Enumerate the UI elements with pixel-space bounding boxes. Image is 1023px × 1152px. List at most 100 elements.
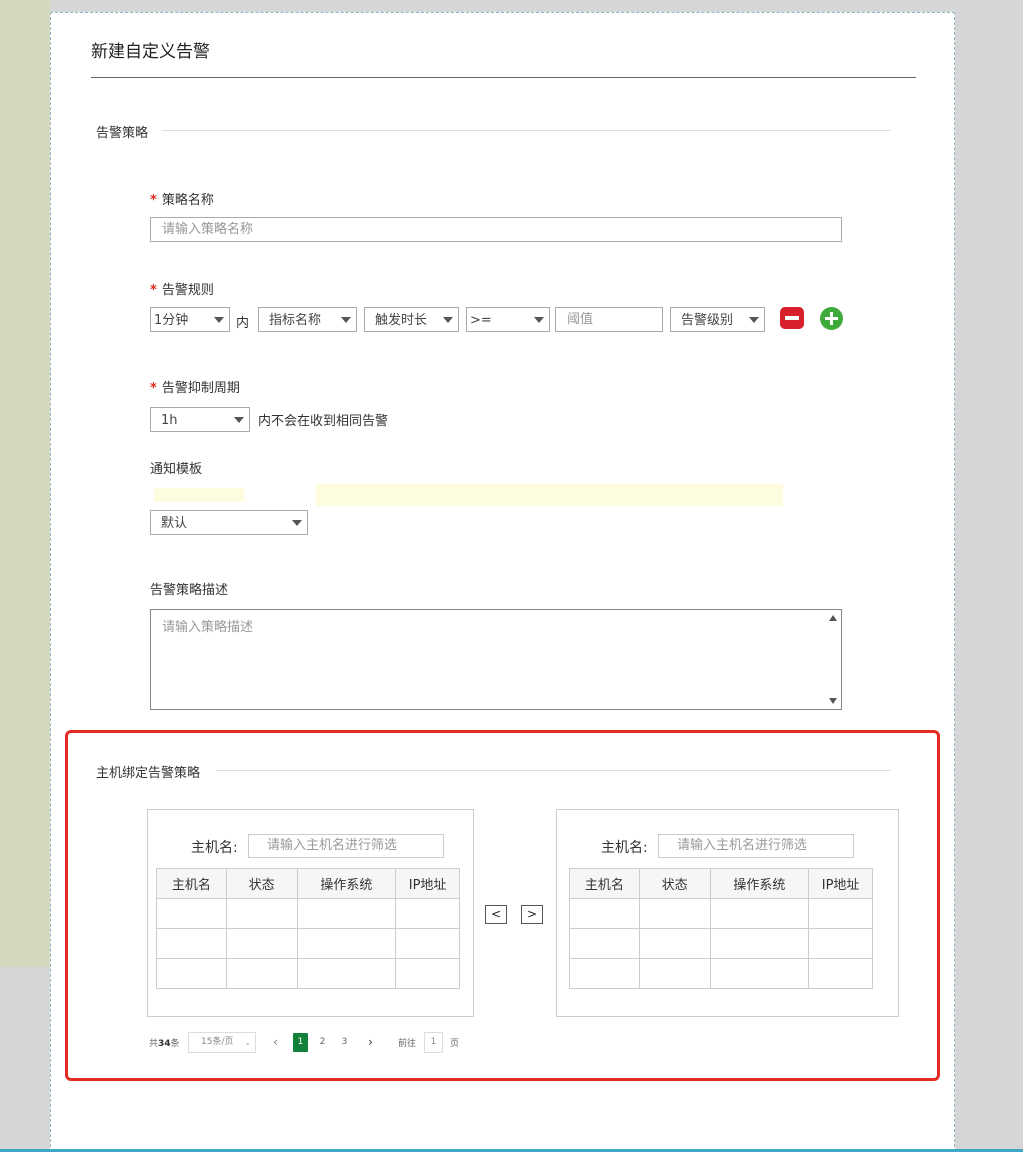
host-filter-input[interactable]: 请输入主机名进行筛选	[658, 834, 854, 858]
prev-page-button[interactable]: ‹	[268, 1033, 283, 1052]
column-header-ip[interactable]: IP地址	[808, 868, 873, 899]
section-divider	[216, 770, 891, 771]
required-mark: *	[150, 193, 157, 208]
table-header-row: 主机名 状态 操作系统 IP地址	[569, 868, 873, 899]
goto-prefix: 前往	[398, 1039, 417, 1049]
pagination-total-prefix: 共	[149, 1039, 159, 1049]
table-cell	[808, 898, 873, 929]
operator-select[interactable]: >=	[466, 307, 550, 332]
description-textarea[interactable]: 请输入策略描述	[150, 609, 842, 710]
duration-select-value: 触发时长	[375, 313, 428, 328]
table-cell	[156, 928, 227, 959]
column-header-hostname[interactable]: 主机名	[156, 868, 227, 899]
suppress-period-select[interactable]: 1h	[150, 407, 250, 432]
section-title-policy: 告警策略	[96, 122, 163, 141]
pagination-total-count: 34	[158, 1039, 171, 1049]
bound-hosts-table: 主机名 状态 操作系统 IP地址	[569, 868, 873, 989]
add-rule-button[interactable]	[820, 307, 843, 330]
move-right-button[interactable]: >	[521, 905, 543, 924]
chevron-down-icon	[749, 317, 759, 323]
field-label-name-text: 策略名称	[161, 193, 214, 208]
column-header-os[interactable]: 操作系统	[296, 868, 397, 899]
host-filter-input[interactable]: 请输入主机名进行筛选	[248, 834, 444, 858]
duration-select[interactable]: 触发时长	[364, 307, 459, 332]
template-select[interactable]: 默认	[150, 510, 308, 535]
page-2-button[interactable]: 2	[315, 1033, 330, 1052]
host-filter-label: 主机名:	[601, 840, 648, 856]
field-label-suppress-text: 告警抑制周期	[161, 381, 240, 396]
column-header-status[interactable]: 状态	[225, 868, 298, 899]
goto-page-input[interactable]: 1	[424, 1032, 443, 1053]
period-select[interactable]: 1分钟	[150, 307, 230, 332]
policy-name-input[interactable]: 请输入策略名称	[150, 217, 842, 242]
table-cell	[395, 958, 460, 989]
suppress-suffix-text: 内不会在收到相同告警	[258, 414, 389, 429]
table-row	[156, 898, 460, 929]
required-mark: *	[150, 381, 157, 396]
level-select[interactable]: 告警级别	[670, 307, 765, 332]
chevron-down-icon	[443, 317, 453, 323]
background-sidebar	[0, 0, 50, 967]
table-cell	[569, 928, 640, 959]
scroll-down-icon[interactable]	[829, 698, 837, 704]
chevron-down-icon	[341, 317, 351, 323]
table-cell	[638, 898, 711, 929]
page-3-button[interactable]: 3	[337, 1033, 352, 1052]
metric-select-value: 指标名称	[269, 313, 322, 328]
table-cell	[808, 958, 873, 989]
page-1-button[interactable]: 1	[293, 1033, 308, 1052]
chevron-down-icon	[534, 317, 544, 323]
page-size-select[interactable]: 15条/页 ⌄	[188, 1032, 256, 1053]
pagination: 共34条 15条/页 ⌄ ‹ 1 2 3 › 前往 1 页	[149, 1031, 469, 1053]
table-cell	[296, 958, 397, 989]
chevron-down-icon	[292, 520, 302, 526]
chevron-down-icon	[234, 417, 244, 423]
column-header-status[interactable]: 状态	[638, 868, 711, 899]
table-row	[569, 898, 873, 929]
host-filter-label: 主机名:	[191, 840, 238, 856]
pagination-total: 共34条	[149, 1036, 180, 1049]
operator-select-value: >=	[470, 313, 492, 328]
chevron-down-icon	[214, 317, 224, 323]
chevron-down-icon: ⌄	[244, 1038, 251, 1047]
table-cell	[225, 958, 298, 989]
table-cell	[395, 898, 460, 929]
period-select-value: 1分钟	[154, 313, 189, 328]
table-cell	[225, 898, 298, 929]
level-select-value: 告警级别	[681, 313, 734, 328]
threshold-input[interactable]: 阈值	[555, 307, 663, 332]
field-label-rule-text: 告警规则	[161, 283, 214, 298]
table-cell	[569, 898, 640, 929]
field-label-name: * 策略名称	[150, 189, 214, 208]
page-size-value: 15条/页	[201, 1037, 234, 1047]
table-header-row: 主机名 状态 操作系统 IP地址	[156, 868, 460, 899]
table-cell	[225, 928, 298, 959]
table-row	[156, 928, 460, 959]
table-cell	[296, 928, 397, 959]
field-label-template: 通知模板	[150, 462, 203, 477]
field-label-rule: * 告警规则	[150, 279, 214, 298]
field-label-description: 告警策略描述	[150, 583, 229, 598]
column-header-os[interactable]: 操作系统	[709, 868, 810, 899]
metric-select[interactable]: 指标名称	[258, 307, 357, 332]
goto-suffix: 页	[450, 1039, 460, 1049]
redacted-highlight	[316, 484, 783, 506]
table-cell	[156, 898, 227, 929]
available-hosts-table: 主机名 状态 操作系统 IP地址	[156, 868, 460, 989]
table-cell	[395, 928, 460, 959]
remove-rule-button[interactable]	[780, 307, 804, 329]
required-mark: *	[150, 283, 157, 298]
column-header-ip[interactable]: IP地址	[395, 868, 460, 899]
table-cell	[156, 958, 227, 989]
pagination-total-suffix: 条	[170, 1039, 180, 1049]
table-row	[569, 958, 873, 989]
move-left-button[interactable]: <	[485, 905, 507, 924]
next-page-button[interactable]: ›	[363, 1033, 378, 1052]
field-label-suppress: * 告警抑制周期	[150, 377, 240, 396]
template-select-value: 默认	[161, 516, 188, 531]
description-placeholder: 请输入策略描述	[162, 620, 254, 635]
table-row	[156, 958, 460, 989]
column-header-hostname[interactable]: 主机名	[569, 868, 640, 899]
redacted-highlight	[154, 488, 244, 502]
scroll-up-icon[interactable]	[829, 615, 837, 621]
